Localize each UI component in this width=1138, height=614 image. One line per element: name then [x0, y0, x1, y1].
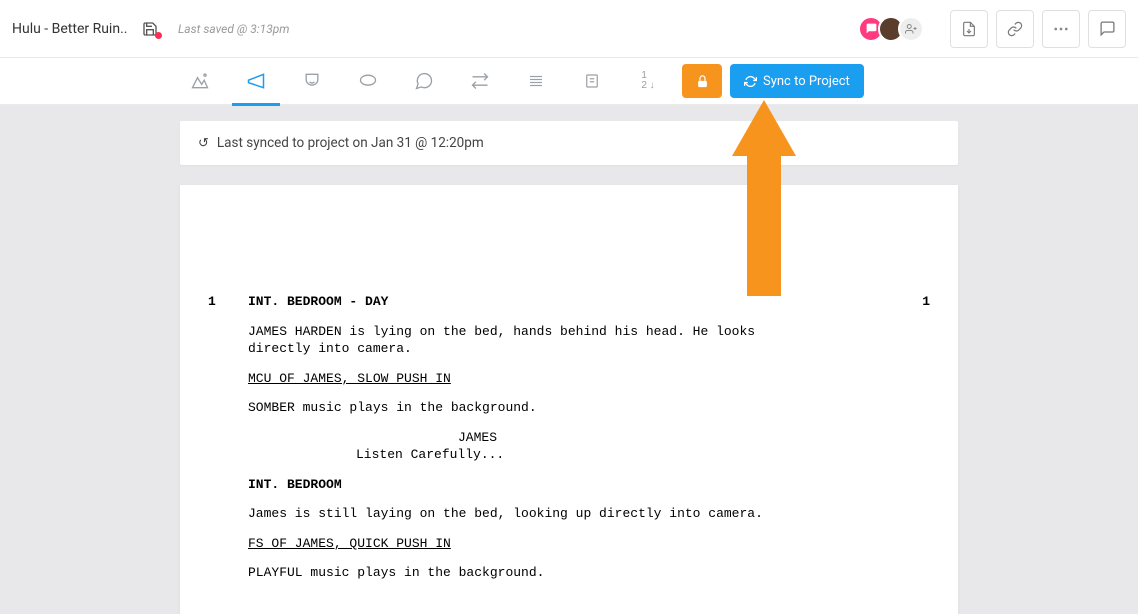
document-title: Hulu - Better Ruin..	[12, 21, 132, 37]
character-tool[interactable]	[284, 58, 340, 105]
sync-to-project-button[interactable]: Sync to Project	[730, 64, 864, 98]
script-page[interactable]: 1 1 INT. BEDROOM - DAY JAMES HARDEN is l…	[180, 185, 958, 614]
lock-button[interactable]	[682, 64, 722, 98]
comments-button[interactable]	[1088, 10, 1126, 48]
save-icon[interactable]	[142, 21, 158, 37]
last-synced-banner: Last synced to project on Jan 31 @ 12:20…	[180, 121, 958, 165]
comment-tool[interactable]	[396, 58, 452, 105]
action-line: James is still laying on the bed, lookin…	[248, 505, 788, 523]
refresh-icon	[198, 135, 209, 151]
action-line: JAMES HARDEN is lying on the bed, hands …	[248, 323, 788, 358]
export-pdf-button[interactable]	[950, 10, 988, 48]
sync-button-label: Sync to Project	[763, 74, 850, 89]
scene-number-left: 1	[208, 293, 216, 311]
announce-tool[interactable]	[228, 58, 284, 105]
dialogue-line: Listen Carefully...	[248, 446, 668, 464]
last-saved-text: Last saved @ 3:13pm	[178, 22, 290, 36]
action-line: PLAYFUL music plays in the background.	[248, 564, 788, 582]
last-synced-text: Last synced to project on Jan 31 @ 12:20…	[217, 135, 484, 151]
content-area: Last synced to project on Jan 31 @ 12:20…	[0, 105, 1138, 614]
character-line: JAMES	[248, 429, 890, 447]
scene-number-right: 1	[922, 293, 930, 311]
header-right	[864, 10, 1126, 48]
add-collaborator-button[interactable]	[898, 16, 924, 42]
action-line: SOMBER music plays in the background.	[248, 399, 788, 417]
lines-tool[interactable]	[508, 58, 564, 105]
collaborators	[864, 16, 924, 42]
scene-heading: INT. BEDROOM	[248, 476, 890, 494]
scene-tool[interactable]	[172, 58, 228, 105]
speech-tool[interactable]	[340, 58, 396, 105]
unsaved-dot-icon	[155, 32, 162, 39]
more-options-button[interactable]	[1042, 10, 1080, 48]
numbering-tool[interactable]: 12 ↓	[620, 58, 676, 105]
shot-line: MCU OF JAMES, SLOW PUSH IN	[248, 370, 890, 388]
shot-line: FS OF JAMES, QUICK PUSH IN	[248, 535, 890, 553]
note-tool[interactable]	[564, 58, 620, 105]
scene-heading: INT. BEDROOM - DAY	[248, 293, 890, 311]
sync-icon	[744, 75, 757, 88]
toolbar: 12 ↓ Sync to Project	[0, 58, 1138, 105]
top-header: Hulu - Better Ruin.. Last saved @ 3:13pm	[0, 0, 1138, 58]
link-button[interactable]	[996, 10, 1034, 48]
transition-tool[interactable]	[452, 58, 508, 105]
